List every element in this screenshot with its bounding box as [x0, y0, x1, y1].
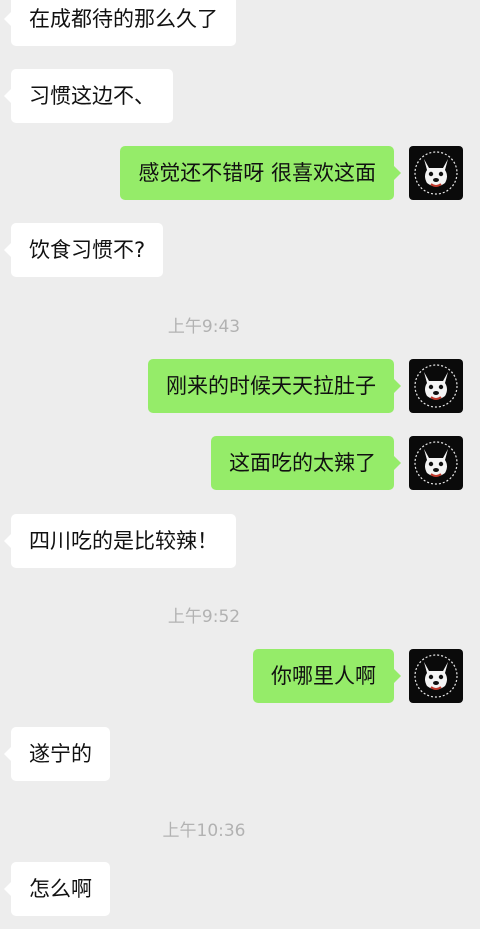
message-bubble-incoming[interactable]: 在成都待的那么久了 — [4, 0, 236, 46]
message-bubble-incoming[interactable]: 怎么啊 — [4, 862, 110, 916]
message-bubble-outgoing[interactable]: 感觉还不错呀 很喜欢这面 — [120, 146, 401, 200]
bulldog-avatar-icon — [414, 654, 458, 698]
message-bubble-incoming[interactable]: 习惯这边不、 — [4, 69, 173, 123]
message-timestamp: 上午10:36 — [162, 821, 246, 841]
message-bubble-incoming[interactable]: 饮食习惯不? — [3, 223, 164, 277]
message-bubble-incoming[interactable]: 遂宁的 — [4, 727, 110, 781]
message-bubble-outgoing[interactable]: 你哪里人啊 — [253, 649, 401, 703]
user-avatar[interactable] — [409, 649, 463, 703]
message-timestamp: 上午9:43 — [167, 317, 241, 337]
user-avatar[interactable] — [409, 146, 463, 200]
bulldog-avatar-icon — [414, 364, 458, 408]
message-bubble-outgoing[interactable]: 这面吃的太辣了 — [211, 436, 401, 490]
bulldog-avatar-icon — [414, 441, 458, 485]
message-bubble-incoming[interactable]: 四川吃的是比较辣！ — [4, 514, 236, 568]
message-timestamp: 上午9:52 — [167, 607, 241, 627]
user-avatar[interactable] — [409, 436, 463, 490]
message-bubble-outgoing[interactable]: 刚来的时候天天拉肚子 — [148, 359, 401, 413]
bulldog-avatar-icon — [414, 151, 458, 195]
user-avatar[interactable] — [409, 359, 463, 413]
